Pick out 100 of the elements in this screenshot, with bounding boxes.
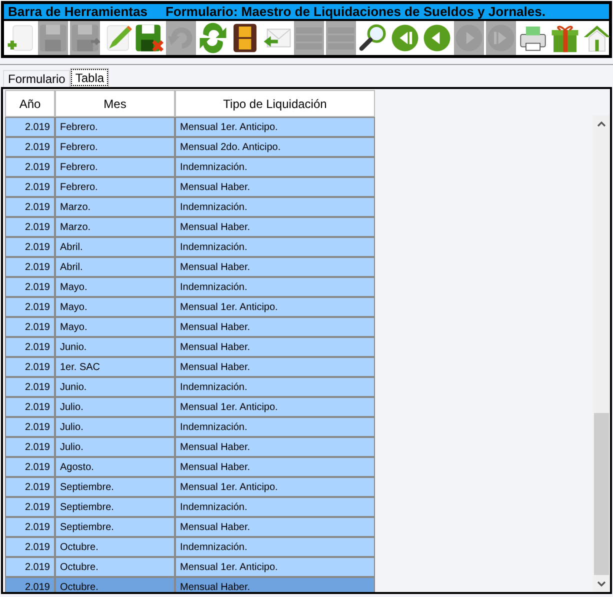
column-header[interactable]: Tipo de Liquidación — [175, 90, 375, 117]
table-row[interactable]: 2.019 Julio. Mensual 1er. Anticipo. — [3, 397, 375, 417]
table-row[interactable]: 2.019 Octubre. Mensual 1er. Anticipo. — [3, 557, 375, 577]
scrollbar[interactable] — [593, 115, 610, 592]
table-cell: Indemnización. — [175, 197, 375, 217]
table-cell: 2.019 — [5, 477, 55, 497]
table-cell: 2.019 — [5, 117, 55, 137]
table-cell: Octubre. — [55, 557, 175, 577]
table-cell: Febrero. — [55, 177, 175, 197]
table-cell: Mensual Haber. — [175, 217, 375, 237]
table-cell: Febrero. — [55, 117, 175, 137]
table-cell: Octubre. — [55, 537, 175, 557]
table-row[interactable]: 2.019 Mayo. Indemnización. — [3, 277, 375, 297]
table-cell: Mayo. — [55, 297, 175, 317]
table-row[interactable]: 2.019 Octubre. Indemnización. — [3, 537, 375, 557]
table-cell: 2.019 — [5, 217, 55, 237]
tab[interactable]: Formulario — [3, 70, 70, 87]
table-cell: Mensual Haber. — [175, 177, 375, 197]
scroll-thumb[interactable] — [594, 413, 609, 575]
table-cell: 2.019 — [5, 397, 55, 417]
table-row[interactable]: 2.019 Octubre. Mensual Haber. — [3, 577, 375, 592]
table-cell: Julio. — [55, 397, 175, 417]
table-cell: Febrero. — [55, 157, 175, 177]
table-cell: Junio. — [55, 377, 175, 397]
table-cell: 2.019 — [5, 457, 55, 477]
table-cell: 2.019 — [5, 357, 55, 377]
table-cell: Mensual Haber. — [175, 337, 375, 357]
table-cell: Marzo. — [55, 197, 175, 217]
table-cell: Abril. — [55, 237, 175, 257]
table-row[interactable]: 2.019 Febrero. Mensual 2do. Anticipo. — [3, 137, 375, 157]
previous-icon — [422, 22, 452, 54]
table-cell: Marzo. — [55, 217, 175, 237]
table-cell: Mayo. — [55, 317, 175, 337]
table-row[interactable]: 2.019 Junio. Mensual Haber. — [3, 337, 375, 357]
table-cell: Mensual Haber. — [175, 357, 375, 377]
table-cell: Septiembre. — [55, 497, 175, 517]
table-cell: Mensual 1er. Anticipo. — [175, 297, 375, 317]
table-cell: Mensual Haber. — [175, 257, 375, 277]
table-cell: 2.019 — [5, 557, 55, 577]
table-row[interactable]: 2.019 Febrero. Mensual Haber. — [3, 177, 375, 197]
table-cell: 2.019 — [5, 137, 55, 157]
table-cell: 2.019 — [5, 197, 55, 217]
table-cell: 2.019 — [5, 157, 55, 177]
table-cell: 2.019 — [5, 517, 55, 537]
table-row[interactable]: 2.019 Marzo. Indemnización. — [3, 197, 375, 217]
table-cell: Mensual 1er. Anticipo. — [175, 557, 375, 577]
last-record-icon — [486, 22, 516, 54]
table-cell: Septiembre. — [55, 477, 175, 497]
form-title: Formulario: Maestro de Liquidaciones de Sueldos y Jornales. — [165, 5, 546, 18]
table-cell: Mensual Haber. — [175, 437, 375, 457]
table-row[interactable]: 2.019 Junio. Indemnización. — [3, 377, 375, 397]
table-cell: 2.019 — [5, 497, 55, 517]
table-row[interactable]: 2.019 Mayo. Mensual Haber. — [3, 317, 375, 337]
table-cell: Mensual Haber. — [175, 517, 375, 537]
table-row[interactable]: 2.019 Abril. Indemnización. — [3, 237, 375, 257]
table-cell: Abril. — [55, 257, 175, 277]
column-header[interactable]: Mes — [55, 90, 175, 117]
table-row[interactable]: 2.019 Julio. Mensual Haber. — [3, 437, 375, 457]
table-cell: Mensual 1er. Anticipo. — [175, 397, 375, 417]
table-cell: Indemnización. — [175, 277, 375, 297]
table-row[interactable]: 2.019 Septiembre. Mensual Haber. — [3, 517, 375, 537]
table-cell: 2.019 — [5, 437, 55, 457]
table-cell: Mensual 1er. Anticipo. — [175, 117, 375, 137]
table-row[interactable]: 2.019 Mayo. Mensual 1er. Anticipo. — [3, 297, 375, 317]
table-cell: Mayo. — [55, 277, 175, 297]
table-cell: 2.019 — [5, 177, 55, 197]
table-row[interactable]: 2.019 Febrero. Mensual 1er. Anticipo. — [3, 117, 375, 137]
table-cell: Mensual Haber. — [175, 457, 375, 477]
table-cell: Mensual 2do. Anticipo. — [175, 137, 375, 157]
table-row[interactable]: 2.019 Marzo. Mensual Haber. — [3, 217, 375, 237]
table-row[interactable]: 2.019 Agosto. Mensual Haber. — [3, 457, 375, 477]
refresh-arrows-icon — [198, 22, 228, 54]
table-cell: Indemnización. — [175, 537, 375, 557]
table-cell: Febrero. — [55, 137, 175, 157]
table-row[interactable]: 2.019 Febrero. Indemnización. — [3, 157, 375, 177]
table-cell: Indemnización. — [175, 237, 375, 257]
tab[interactable]: Tabla — [70, 68, 110, 87]
table-row[interactable]: 2.019 Septiembre. Indemnización. — [3, 497, 375, 517]
column-header[interactable]: Año — [5, 90, 55, 117]
table-cell: Indemnización. — [175, 417, 375, 437]
table-cell: 2.019 — [5, 377, 55, 397]
table-cell: 1er. SAC — [55, 357, 175, 377]
table-row[interactable]: 2.019 Abril. Mensual Haber. — [3, 257, 375, 277]
table-cell: Mensual 1er. Anticipo. — [175, 477, 375, 497]
table-cell: Octubre. — [55, 577, 175, 592]
add-document-icon — [6, 22, 36, 54]
table-cell: Indemnización. — [175, 377, 375, 397]
next-icon — [454, 22, 484, 54]
table-cell: Mensual Haber. — [175, 577, 375, 592]
table-cell: 2.019 — [5, 297, 55, 317]
table-cell: Agosto. — [55, 457, 175, 477]
table-cell: 2.019 — [5, 317, 55, 337]
table-cell: 2.019 — [5, 237, 55, 257]
table-row[interactable]: 2.019 Julio. Indemnización. — [3, 417, 375, 437]
table-row[interactable]: 2.019 Septiembre. Mensual 1er. Anticipo. — [3, 477, 375, 497]
table-cell: Junio. — [55, 337, 175, 357]
table-cell: Indemnización. — [175, 497, 375, 517]
table-row[interactable]: 2.019 1er. SAC Mensual Haber. — [3, 357, 375, 377]
table-cell: Julio. — [55, 437, 175, 457]
table-cell: 2.019 — [5, 277, 55, 297]
